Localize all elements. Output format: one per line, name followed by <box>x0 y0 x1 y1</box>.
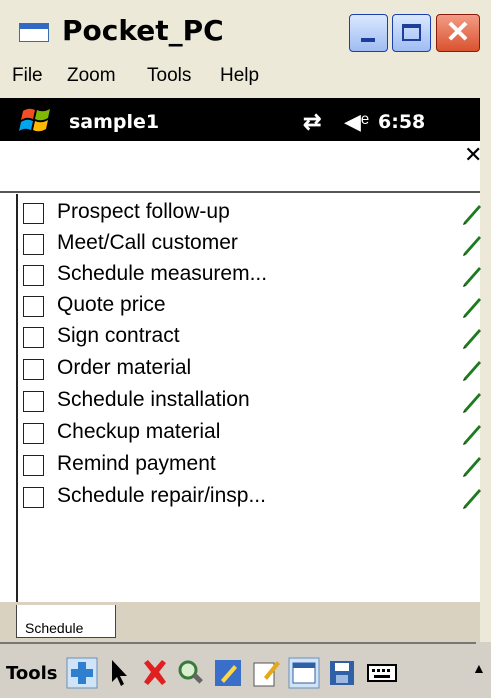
pencil-icon[interactable] <box>461 453 483 477</box>
checkbox[interactable] <box>23 423 44 444</box>
edit-icon[interactable] <box>212 657 244 689</box>
pencil-icon[interactable] <box>461 485 483 509</box>
app-name: sample1 <box>69 111 160 133</box>
list-item-label: Meet/Call customer <box>57 231 238 254</box>
list-item-label: Prospect follow-up <box>57 200 230 223</box>
checkbox[interactable] <box>23 296 44 317</box>
list-item-label: Quote price <box>57 293 166 316</box>
save-icon[interactable] <box>326 657 358 689</box>
checkbox[interactable] <box>23 455 44 476</box>
checkbox[interactable] <box>23 234 44 255</box>
find-icon[interactable] <box>175 657 207 689</box>
list-item[interactable]: Prospect follow-up <box>20 199 483 228</box>
minimize-button[interactable] <box>349 14 388 52</box>
list-item[interactable]: Quote price <box>20 292 483 321</box>
pencil-icon[interactable] <box>461 389 483 413</box>
menu-zoom[interactable]: Zoom <box>67 65 116 87</box>
checkbox[interactable] <box>23 359 44 380</box>
add-icon[interactable] <box>66 657 98 689</box>
minimize-icon <box>361 38 375 42</box>
checkbox[interactable] <box>23 391 44 412</box>
edit-note-icon[interactable] <box>250 657 282 689</box>
list-item-label: Checkup material <box>57 420 221 443</box>
list-item-label: Order material <box>57 356 192 379</box>
pencil-icon[interactable] <box>461 263 483 287</box>
pencil-icon[interactable] <box>461 325 483 349</box>
list-item-label: Sign contract <box>57 324 180 347</box>
menu-help[interactable]: Help <box>220 65 259 87</box>
list-item-label: Schedule measurem... <box>57 262 268 285</box>
window-icon <box>19 23 49 42</box>
tab-schedule-label: Schedule <box>25 620 84 636</box>
connectivity-icon[interactable]: ⇄ <box>303 109 321 135</box>
list-item-label: Remind payment <box>57 452 216 475</box>
list-item-label: Schedule installation <box>57 388 250 411</box>
pencil-icon[interactable] <box>461 294 483 318</box>
window-title: Pocket_PC <box>62 14 224 47</box>
menu-file[interactable]: File <box>12 65 43 87</box>
menu-tools[interactable]: Tools <box>147 65 191 87</box>
pencil-icon[interactable] <box>461 232 483 256</box>
close-icon: ✕ <box>445 16 471 49</box>
list-item[interactable]: Checkup material <box>20 419 483 448</box>
checkbox[interactable] <box>23 487 44 508</box>
list-item[interactable]: Remind payment <box>20 451 483 480</box>
checkbox[interactable] <box>23 265 44 286</box>
checkbox[interactable] <box>23 203 44 224</box>
pointer-icon[interactable] <box>104 657 136 689</box>
pencil-icon[interactable] <box>461 357 483 381</box>
delete-icon[interactable] <box>139 657 171 689</box>
list-item[interactable]: Order material <box>20 355 483 384</box>
clock[interactable]: 6:58 <box>378 111 425 133</box>
list-item-label: Schedule repair/insp... <box>57 484 266 507</box>
volume-icon[interactable]: ◀ᵉ <box>344 109 369 135</box>
pencil-icon[interactable] <box>461 421 483 445</box>
close-window-button[interactable]: ✕ <box>436 14 480 52</box>
list-item[interactable]: Schedule installation <box>20 387 483 416</box>
title-bar: Pocket_PC ✕ <box>0 0 491 58</box>
close-icon[interactable]: ✕ <box>464 142 482 168</box>
calendar-icon[interactable] <box>288 657 320 689</box>
list-header <box>0 141 480 193</box>
windows-start-icon[interactable] <box>19 105 55 135</box>
pencil-icon[interactable] <box>461 201 483 225</box>
keyboard-icon[interactable] <box>366 657 398 689</box>
list-item[interactable]: Sign contract <box>20 323 483 352</box>
maximize-icon <box>402 24 421 41</box>
list-item[interactable]: Meet/Call customer <box>20 230 483 259</box>
tools-menu[interactable]: Tools <box>6 663 58 684</box>
chevron-up-icon[interactable]: ▲ <box>472 660 486 676</box>
list-item[interactable]: Schedule measurem... <box>20 261 483 290</box>
maximize-button[interactable] <box>392 14 431 52</box>
list-item[interactable]: Schedule repair/insp... <box>20 483 483 512</box>
checkbox[interactable] <box>23 327 44 348</box>
pocket-pc-window: Pocket_PC ✕ File Zoom Tools Help sample1… <box>0 0 491 698</box>
